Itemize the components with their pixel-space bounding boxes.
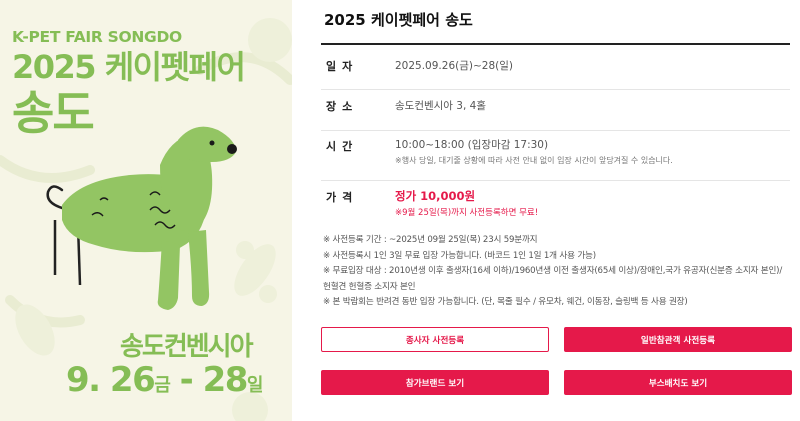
date-value: 2025.09.26(금)~28(일): [395, 60, 513, 72]
date-label: 일자: [326, 60, 359, 73]
poster-date-end: 28: [202, 360, 249, 400]
place-value: 송도컨벤시아 3, 4홀: [395, 100, 486, 112]
info-row-time: 시간 10:00~18:00 (입장마감 17:30) ※행사 당일, 대기줄 …: [321, 131, 790, 181]
time-value: 10:00~18:00 (입장마감 17:30): [395, 139, 549, 151]
poster-weekday-start: 금: [154, 375, 171, 396]
poster-title-location: 송도: [12, 86, 95, 140]
time-note: ※행사 당일, 대기줄 상황에 따라 사전 안내 없이 입장 시간이 앞당겨질 …: [395, 156, 673, 165]
poster-date-separator: -: [169, 360, 203, 400]
event-title: 2025 케이펫페어 송도: [324, 11, 473, 29]
info-row-place: 장소 송도컨벤시아 3, 4홀: [321, 90, 790, 131]
exhibitor-registration-button[interactable]: 종사자 사전등록: [321, 327, 549, 352]
price-note: ※9월 25일(목)까지 사전등록하면 무료!: [395, 208, 539, 218]
price-label: 가격: [326, 191, 359, 204]
note-line: ※ 사전등록 기간 : ~2025년 09월 25일(목) 23시 59분까지: [323, 235, 538, 245]
price-value: 정가 10,000원: [395, 189, 476, 203]
note-line: ※ 사전등록시 1인 3일 무료 입장 가능합니다. (바코드 1인 1일 1개…: [323, 250, 596, 261]
note-line: 헌혈견 헌혈증 소지자 본인: [323, 281, 416, 292]
time-label: 시간: [326, 140, 359, 153]
poster-dates: 9. 26금 - 28일: [66, 360, 264, 400]
visitor-registration-button[interactable]: 일반참관객 사전등록: [564, 327, 792, 352]
poster-subtitle: K-PET FAIR SONGDO: [12, 28, 182, 46]
info-row-date: 일자 2025.09.26(금)~28(일): [321, 45, 790, 90]
event-poster: K-PET FAIR SONGDO 2025 케이펫페어 송도 송도컨벤시아 9…: [0, 0, 292, 421]
booth-map-button[interactable]: 부스배치도 보기: [564, 370, 792, 395]
view-brands-button[interactable]: 참가브랜드 보기: [321, 370, 549, 395]
dog-illustration: [46, 126, 237, 310]
poster-title: 2025 케이펫페어: [12, 48, 246, 86]
event-info-panel: 2025 케이펫페어 송도 일자 2025.09.26(금)~28(일) 장소 …: [321, 0, 792, 421]
poster-venue: 송도컨벤시아: [120, 332, 254, 362]
note-line: ※ 본 박람회는 반려견 동반 입장 가능합니다. (단, 목줄 필수 / 유모…: [323, 297, 688, 307]
info-row-price: 가격 정가 10,000원 ※9월 25일(목)까지 사전등록하면 무료!: [321, 181, 790, 228]
poster-date-start: 9. 26: [66, 360, 156, 400]
note-line: ※ 무료입장 대상 : 2010년생 이후 출생자(16세 이하)/1960년생…: [323, 266, 783, 276]
place-label: 장소: [326, 100, 359, 113]
poster-weekday-end: 일: [246, 375, 264, 396]
registration-notes: ※ 사전등록 기간 : ~2025년 09월 25일(목) 23시 59분까지 …: [323, 233, 792, 311]
